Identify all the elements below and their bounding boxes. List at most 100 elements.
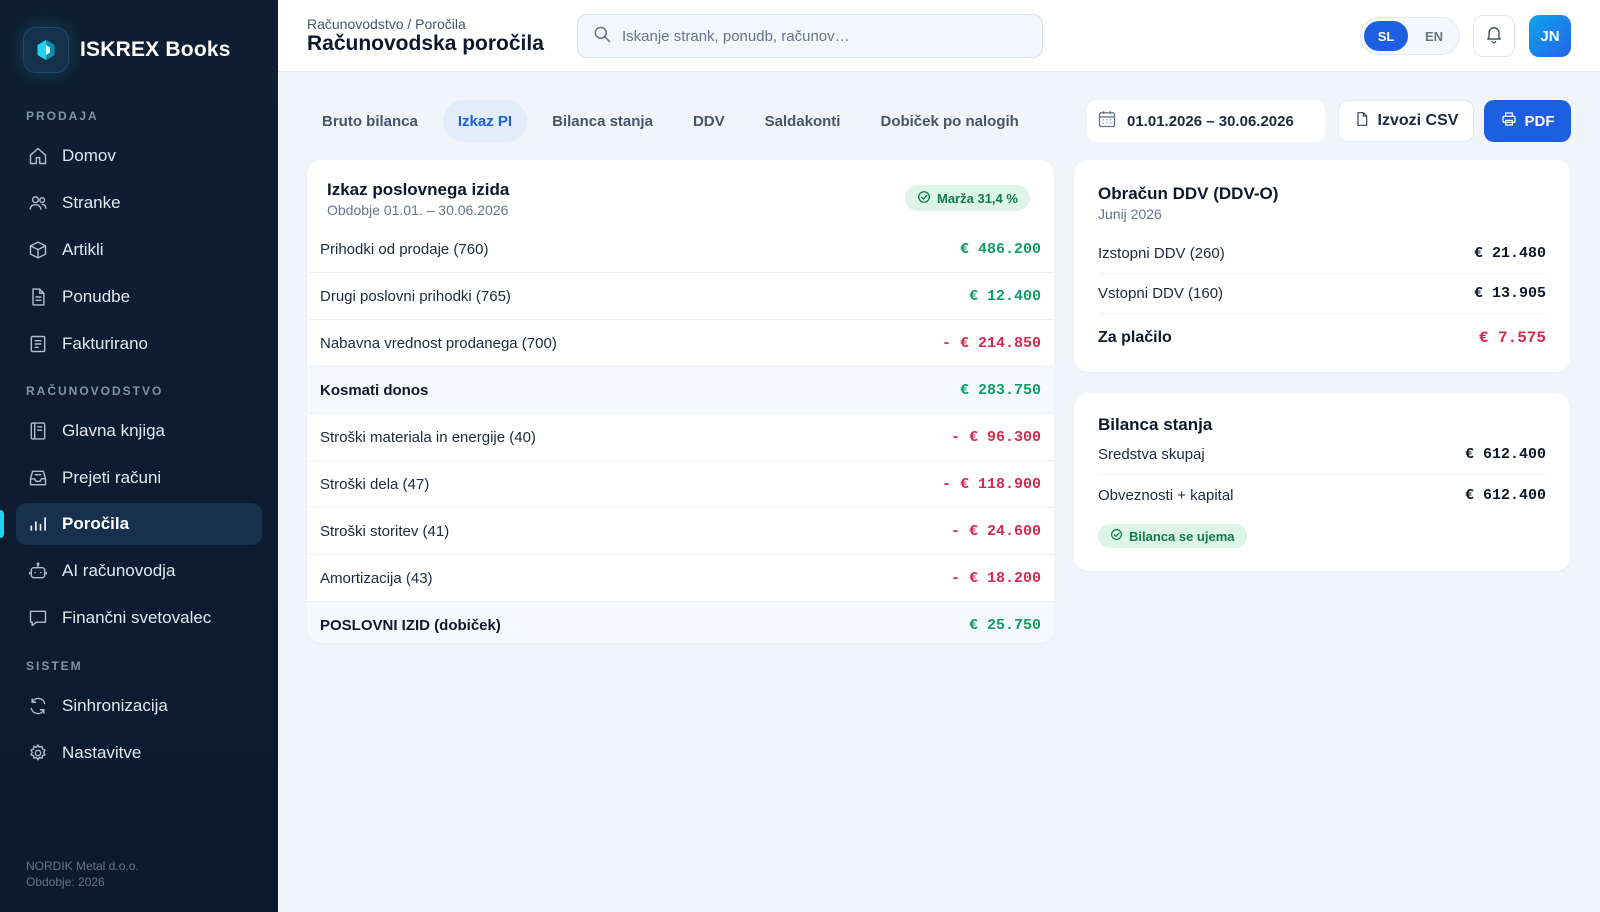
report-tabs: Bruto bilanca Izkaz PI Bilanca stanja DD… (307, 100, 1044, 142)
sidebar-item-label: Domov (62, 146, 116, 165)
sidebar-item-label: Glavna knjiga (62, 421, 166, 440)
avatar[interactable]: JN (1529, 15, 1571, 57)
search-box[interactable] (577, 14, 1043, 58)
row-label: POSLOVNI IZID (dobiček) (320, 617, 501, 634)
date-range-picker[interactable]: 01.01.2026 – 30.06.2026 (1087, 100, 1325, 142)
row-label: Stroški dela (47) (320, 475, 430, 493)
printer-icon (1501, 111, 1517, 131)
tab-izkaz-pi[interactable]: Izkaz PI (442, 100, 528, 142)
income-statement-rows: Prihodki od prodaje (760) € 486.200 Drugi … (307, 226, 1054, 643)
pdf-button[interactable]: PDF (1484, 100, 1571, 142)
sidebar-item-label: Stranke (62, 193, 121, 212)
tab-ddv[interactable]: DDV (678, 100, 740, 142)
tab-bruto-bilanca[interactable]: Bruto bilanca (307, 100, 433, 142)
sidebar-item-label: Poročila (62, 514, 130, 533)
row-amount: - € 18.200 (950, 569, 1041, 587)
export-csv-label: Izvozi CSV (1377, 112, 1459, 129)
search-icon (592, 24, 612, 49)
table-row: Kosmati donos € 283.750 (307, 367, 1054, 414)
table-row: POSLOVNI IZID (dobiček) € 25.750 (307, 602, 1054, 643)
sidebar: ISKREX Books PRODAJA Domov Stranke Artik… (0, 0, 278, 912)
sidebar-item-prejeti-racuni[interactable]: Prejeti računi (16, 457, 262, 499)
row-label: Drugi poslovni prihodki (765) (320, 287, 511, 305)
sidebar-item-fakturirano[interactable]: Fakturirano (16, 323, 262, 365)
export-csv-button[interactable]: Izvozi CSV (1338, 100, 1474, 142)
row-amount: - € 24.600 (950, 522, 1041, 540)
row-amount: € 612.400 (1464, 486, 1546, 504)
top-header: Računovodstvo / Poročila Računovodska po… (278, 0, 1600, 72)
company-name: NORDIK Metal d.o.o. (26, 859, 139, 873)
row-label: Stroški materiala in energije (40) (320, 428, 536, 446)
vat-title: Obračun DDV (DDV-O) (1098, 184, 1279, 203)
ledger-icon (28, 421, 48, 441)
search-input[interactable] (622, 27, 1022, 45)
row-label: Nabavna vrednost prodanega (700) (320, 334, 557, 352)
row-amount: € 486.200 (959, 240, 1041, 258)
brand-name: ISKREX Books (80, 38, 231, 61)
tab-bilanca-stanja[interactable]: Bilanca stanja (537, 100, 668, 142)
sidebar-item-label: AI računovodja (62, 561, 176, 580)
sidebar-footer: NORDIK Metal d.o.o. Obdobje: 2026 (26, 858, 139, 890)
brand[interactable]: ISKREX Books (24, 28, 231, 72)
row-amount: € 612.400 (1464, 446, 1546, 463)
row-amount: € 12.400 (968, 287, 1041, 305)
sidebar-item-nastavitve[interactable]: Nastavitve (16, 732, 262, 774)
sidebar-item-label: Nastavitve (62, 743, 142, 762)
table-row: Sredstva skupaj € 612.400 (1098, 435, 1546, 475)
table-row: Stroški storitev (41) - € 24.600 (307, 508, 1054, 555)
row-label: Stroški storitev (41) (320, 522, 450, 540)
sidebar-item-porocila[interactable]: Poročila (16, 503, 262, 545)
breadcrumb[interactable]: Računovodstvo / Poročila (307, 16, 466, 32)
section-label-prodaja: PRODAJA (26, 109, 99, 123)
gear-icon (28, 743, 48, 763)
lang-en-button[interactable]: EN (1412, 21, 1456, 51)
notifications-button[interactable] (1473, 15, 1515, 57)
sidebar-item-label: Sinhronizacija (62, 696, 168, 715)
row-amount: € 25.750 (968, 617, 1041, 634)
vat-total-amount: € 7.575 (1478, 329, 1546, 347)
income-statement-period: Obdobje 01.01. – 30.06.2026 (327, 202, 509, 218)
sidebar-item-financni-svetovalec[interactable]: Finančni svetovalec (16, 597, 262, 639)
invoice-icon (28, 334, 48, 354)
sidebar-item-label: Ponudbe (62, 287, 131, 306)
tab-dobicek-po-nalogih[interactable]: Dobiček po nalogih (865, 100, 1033, 142)
row-amount: € 13.905 (1473, 285, 1546, 302)
table-row: Amortizacija (43) - € 18.200 (307, 555, 1054, 602)
row-amount: - € 118.900 (941, 475, 1041, 493)
table-row: Obveznosti + kapital € 612.400 (1098, 475, 1546, 515)
fiscal-period: Obdobje: 2026 (26, 875, 105, 889)
sidebar-item-artikli[interactable]: Artikli (16, 229, 262, 271)
check-circle-icon (917, 190, 931, 207)
table-row: Izstopni DDV (260) € 21.480 (1098, 234, 1546, 274)
inbox-icon (28, 468, 48, 488)
sidebar-item-stranke[interactable]: Stranke (16, 182, 262, 224)
sidebar-item-label: Finančni svetovalec (62, 608, 212, 627)
sidebar-item-glavna-knjiga[interactable]: Glavna knjiga (16, 410, 262, 452)
row-amount: - € 214.850 (941, 334, 1041, 352)
bar-chart-icon (28, 514, 48, 534)
row-label: Sredstva skupaj (1098, 446, 1205, 463)
sidebar-item-domov[interactable]: Domov (16, 135, 262, 177)
active-indicator (0, 510, 4, 538)
row-label: Prihodki od prodaje (760) (320, 240, 489, 258)
row-label: Izstopni DDV (260) (1098, 245, 1225, 262)
robot-icon (28, 561, 48, 581)
row-label: Obveznosti + kapital (1098, 486, 1234, 504)
row-label: Kosmati donos (320, 381, 429, 399)
vat-period: Junij 2026 (1098, 206, 1162, 222)
language-switcher: SL EN (1360, 17, 1460, 55)
table-row: Nabavna vrednost prodanega (700) - € 214.… (307, 320, 1054, 367)
lang-sl-button[interactable]: SL (1364, 21, 1408, 51)
sync-icon (28, 696, 48, 716)
tab-saldakonti[interactable]: Saldakonti (750, 100, 856, 142)
users-icon (28, 193, 48, 213)
margin-badge-label: Marža 31,4 % (937, 190, 1018, 206)
balance-sheet-rows: Sredstva skupaj € 612.400 Obveznosti + k… (1098, 435, 1546, 515)
sidebar-item-sinhronizacija[interactable]: Sinhronizacija (16, 685, 262, 727)
sidebar-item-ai-racunovodja[interactable]: AI računovodja (16, 550, 262, 592)
sidebar-item-label: Fakturirano (62, 334, 148, 353)
hexagon-logo-icon (24, 28, 68, 72)
sidebar-item-label: Prejeti računi (62, 468, 162, 487)
sidebar-item-ponudbe[interactable]: Ponudbe (16, 276, 262, 318)
date-range-value: 01.01.2026 – 30.06.2026 (1127, 112, 1294, 130)
